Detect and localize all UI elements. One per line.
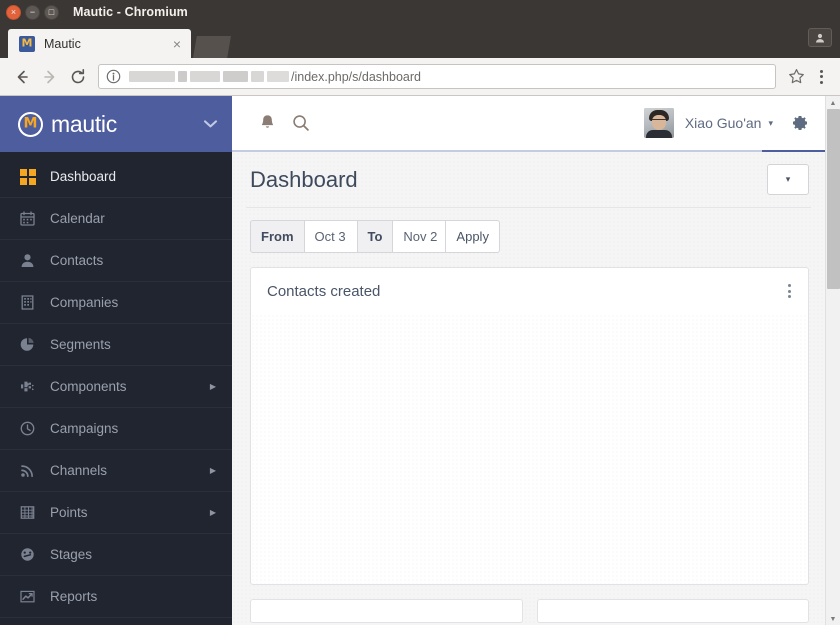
redacted-domain	[129, 71, 289, 82]
new-tab-button[interactable]	[193, 36, 231, 58]
window-close-button[interactable]: ×	[6, 4, 21, 20]
sidebar: M mautic Dashboard Calendar Contacts Com…	[0, 96, 232, 625]
widget-partial-left	[250, 599, 523, 623]
search-icon[interactable]	[284, 106, 318, 140]
reload-button-icon[interactable]	[64, 63, 92, 91]
page-title: Dashboard	[250, 166, 358, 192]
sidebar-item-reports[interactable]: Reports	[0, 576, 232, 618]
clock-icon	[20, 421, 40, 436]
widget-header: Contacts created	[251, 268, 808, 314]
profile-icon[interactable]	[808, 28, 832, 47]
gear-icon[interactable]	[791, 114, 809, 132]
sidebar-item-dashboard[interactable]: Dashboard	[0, 156, 232, 198]
sidebar-item-label: Channels	[50, 463, 108, 478]
date-to-label: To	[356, 220, 394, 253]
browser-tab[interactable]: M Mautic ×	[8, 29, 191, 58]
window-titlebar: × − □ Mautic - Chromium	[0, 0, 840, 24]
sidebar-item-label: Calendar	[50, 211, 105, 226]
bookmark-star-icon[interactable]	[783, 68, 810, 85]
sidebar-item-components[interactable]: Components ▶	[0, 366, 232, 408]
address-bar[interactable]: /index.php/s/dashboard	[98, 64, 776, 89]
sidebar-item-label: Reports	[50, 589, 98, 604]
building-icon	[20, 295, 40, 310]
sidebar-item-stages[interactable]: Stages	[0, 534, 232, 576]
sidebar-item-label: Points	[50, 505, 88, 520]
date-range-group: From Oct 3 To Nov 2 Apply	[250, 220, 500, 253]
address-bar-url: /index.php/s/dashboard	[291, 69, 421, 84]
avatar[interactable]	[643, 108, 674, 138]
page-content: Dashboard ▾ From Oct 3 To Nov 2 Apply Co…	[232, 152, 825, 625]
sidebar-item-campaigns[interactable]: Campaigns	[0, 408, 232, 450]
pie-chart-icon	[20, 337, 40, 352]
kebab-menu-icon[interactable]	[785, 280, 794, 302]
browser-menu-icon[interactable]	[810, 64, 832, 90]
calendar-icon	[20, 211, 40, 226]
main-area: Xiao Guo'an ▾ Dashboard ▾ From Oct 3 To …	[232, 96, 825, 625]
scroll-down-icon[interactable]: ▼	[830, 614, 837, 625]
sidebar-item-label: Components	[50, 379, 127, 394]
page-header: Dashboard ▾	[246, 152, 811, 208]
sidebar-item-label: Stages	[50, 547, 93, 562]
chevron-down-icon[interactable]	[203, 117, 218, 132]
table-icon	[20, 505, 40, 520]
date-from-input[interactable]: Oct 3	[303, 220, 358, 253]
widget-contacts-created: Contacts created	[250, 267, 809, 585]
widget-partial-right	[536, 599, 809, 623]
browser-tab-strip: M Mautic ×	[0, 24, 840, 58]
browser-toolbar: /index.php/s/dashboard	[0, 58, 840, 96]
mautic-favicon-icon: M	[19, 35, 35, 52]
window-controls: × − □	[0, 4, 59, 20]
date-to-input[interactable]: Nov 2	[392, 220, 447, 253]
username-label[interactable]: Xiao Guo'an	[685, 115, 762, 131]
sidebar-nav: Dashboard Calendar Contacts Companies Se…	[0, 152, 232, 618]
date-from-label: From	[250, 220, 305, 253]
chevron-down-icon[interactable]: ▾	[768, 118, 773, 129]
date-filter-bar: From Oct 3 To Nov 2 Apply	[246, 208, 811, 253]
sidebar-item-label: Contacts	[50, 253, 104, 268]
bell-icon[interactable]	[250, 106, 284, 140]
close-icon[interactable]: ×	[171, 37, 183, 51]
scroll-up-icon[interactable]: ▲	[830, 98, 837, 109]
scrollbar-track[interactable]	[826, 109, 840, 614]
sidebar-item-label: Dashboard	[50, 169, 117, 184]
sidebar-item-channels[interactable]: Channels ▶	[0, 450, 232, 492]
window-minimize-button[interactable]: −	[25, 4, 40, 20]
widget-chart-area	[251, 314, 808, 584]
chevron-right-icon: ▶	[209, 382, 216, 391]
chevron-right-icon: ▶	[209, 508, 216, 517]
person-icon	[20, 253, 40, 268]
back-button-icon[interactable]	[8, 63, 36, 91]
sidebar-item-label: Campaigns	[50, 421, 119, 436]
mautic-logo-icon: M	[18, 111, 43, 137]
apply-button[interactable]: Apply	[445, 220, 500, 253]
sidebar-item-calendar[interactable]: Calendar	[0, 198, 232, 240]
sidebar-item-contacts[interactable]: Contacts	[0, 240, 232, 282]
page-info-icon[interactable]	[106, 69, 121, 84]
sidebar-item-points[interactable]: Points ▶	[0, 492, 232, 534]
browser-tab-label: Mautic	[44, 36, 81, 51]
app-viewport: M mautic Dashboard Calendar Contacts Com…	[0, 96, 840, 625]
widget-title: Contacts created	[267, 282, 381, 300]
top-navbar: Xiao Guo'an ▾	[232, 96, 825, 152]
puzzle-icon	[20, 379, 40, 394]
chevron-right-icon: ▶	[209, 466, 216, 475]
window-maximize-button[interactable]: □	[44, 4, 59, 20]
brand-bar: M mautic	[0, 96, 232, 152]
page-actions-dropdown[interactable]: ▾	[767, 164, 809, 195]
mautic-logo[interactable]: M mautic	[18, 111, 203, 138]
window-title: Mautic - Chromium	[73, 5, 188, 19]
brand-name: mautic	[51, 110, 117, 137]
sidebar-item-companies[interactable]: Companies	[0, 282, 232, 324]
widget-row-partial	[250, 599, 809, 623]
line-chart-icon	[20, 589, 40, 604]
scrollbar-thumb[interactable]	[826, 109, 840, 289]
page-scrollbar[interactable]: ▲ ▼	[825, 96, 840, 625]
gauge-icon	[20, 547, 40, 562]
sidebar-item-segments[interactable]: Segments	[0, 324, 232, 366]
sidebar-item-label: Companies	[50, 295, 119, 310]
rss-icon	[20, 463, 40, 478]
grid-icon	[20, 168, 40, 185]
sidebar-item-label: Segments	[50, 337, 111, 352]
forward-button-icon[interactable]	[36, 63, 64, 91]
